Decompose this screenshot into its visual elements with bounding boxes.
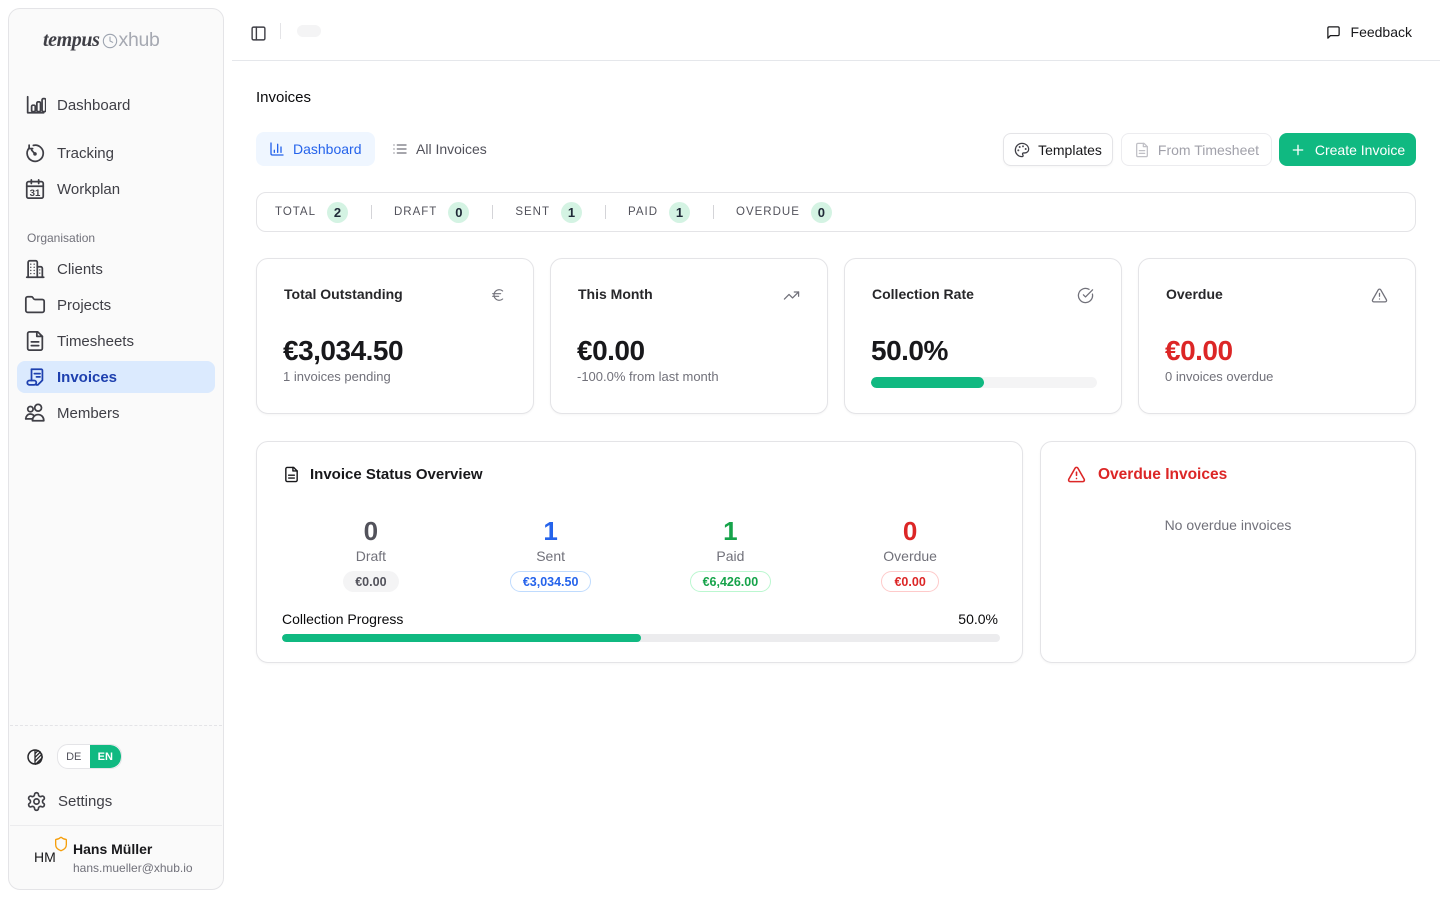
svg-text:31: 31 bbox=[30, 188, 41, 199]
